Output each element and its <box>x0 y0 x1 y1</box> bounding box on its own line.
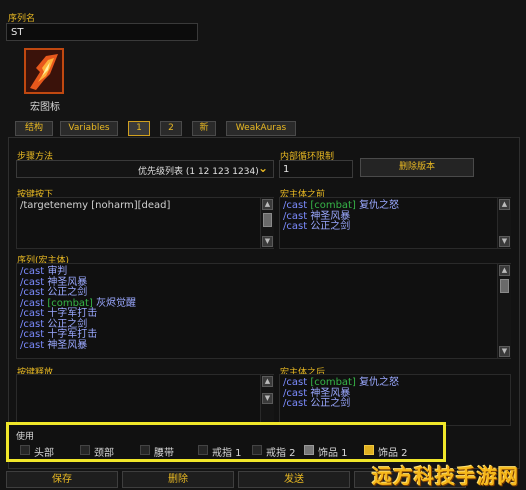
pre-macro-scrollbar[interactable]: ▲ ▼ <box>497 198 511 248</box>
key-release-scrollbar[interactable]: ▲ ▼ <box>260 375 274 425</box>
macro-spell-name: 审判 <box>47 266 68 277</box>
checkbox-neck[interactable] <box>80 445 90 455</box>
macro-spell-name: 灰烬觉醒 <box>96 297 137 309</box>
post-macro-editor[interactable]: /cast [combat] 复仇之怒/cast 神圣风暴/cast 公正之剑 <box>279 374 511 426</box>
key-press-scrollbar[interactable]: ▲ ▼ <box>260 198 274 248</box>
scroll-up-icon[interactable]: ▲ <box>262 376 273 387</box>
chevron-down-icon: ⌄ <box>257 161 268 175</box>
step-function-dropdown[interactable]: 优先级列表 (1 12 123 1234) ⌄ <box>16 160 274 178</box>
scroll-down-icon[interactable]: ▼ <box>499 346 510 357</box>
macro-spell-name: 公正之剑 <box>310 221 351 232</box>
macro-command: /cast <box>20 287 48 298</box>
sequence-body-scrollbar[interactable]: ▲ ▼ <box>497 264 511 358</box>
checkbox-head[interactable] <box>20 445 30 455</box>
tab-variables[interactable]: Variables <box>60 121 118 136</box>
checkbox-trinket-1[interactable] <box>304 445 314 455</box>
checkbox-label: 戒指 2 <box>266 448 296 459</box>
delete-version-button[interactable]: 删除版本 <box>360 158 474 177</box>
scroll-down-icon[interactable]: ▼ <box>499 236 510 247</box>
checkbox-label: 腰带 <box>154 448 174 459</box>
tab-version-1[interactable]: 1 <box>128 121 150 136</box>
checkbox-label: 颈部 <box>94 448 114 459</box>
delete-button[interactable]: 删除 <box>122 471 234 488</box>
key-press-line: /targetenemy [noharm][dead] <box>20 200 171 211</box>
macro-spell-name: 公正之剑 <box>47 287 88 298</box>
macro-spell-name: 公正之剑 <box>47 318 88 330</box>
macro-spell-name: 神圣风暴 <box>47 276 88 288</box>
checkbox-waist[interactable] <box>140 445 150 455</box>
macro-spell-name: 神圣风暴 <box>310 210 351 222</box>
scroll-down-icon[interactable]: ▼ <box>262 236 273 247</box>
macro-command: /cast <box>20 276 48 288</box>
macro-command: /cast <box>20 339 48 351</box>
macro-spell-name: 复仇之怒 <box>359 200 400 211</box>
key-press-editor[interactable]: /targetenemy [noharm][dead] ▲ ▼ <box>16 197 274 249</box>
sequence-name-input[interactable]: ST <box>6 23 198 41</box>
scroll-up-icon[interactable]: ▲ <box>499 265 510 276</box>
scroll-up-icon[interactable]: ▲ <box>499 199 510 210</box>
macro-spell-name: 十字军打击 <box>47 308 98 319</box>
checkbox-trinket-2[interactable] <box>364 445 374 455</box>
tab-structure[interactable]: 结构 <box>15 121 53 136</box>
flame-fist-icon <box>26 50 62 92</box>
macro-command: /cast <box>20 318 48 330</box>
checkbox-label: 戒指 1 <box>212 448 242 459</box>
macro-modifier: [combat] <box>310 200 360 211</box>
pre-macro-editor[interactable]: /cast [combat] 复仇之怒/cast 神圣风暴/cast 公正之剑 … <box>279 197 511 249</box>
tab-version-2[interactable]: 2 <box>160 121 182 136</box>
macro-spell-name: 公正之剑 <box>310 398 351 409</box>
macro-command: /cast <box>20 308 48 319</box>
macro-command: /cast <box>20 297 48 309</box>
tab-new[interactable]: 新 <box>192 121 216 136</box>
macro-modifier: [combat] <box>310 377 360 388</box>
macro-modifier: [combat] <box>47 297 97 309</box>
send-button[interactable]: 发送 <box>238 471 350 488</box>
macro-command: /cast <box>283 210 311 222</box>
macro-line: /cast 公正之剑 <box>283 398 399 410</box>
macro-icon-button[interactable] <box>24 48 64 94</box>
macro-spell-name: 十字军打击 <box>47 329 98 340</box>
macro-command: /cast <box>283 200 311 211</box>
macro-command: /cast <box>283 377 311 388</box>
tab-weakauras[interactable]: WeakAuras <box>226 121 296 136</box>
scroll-down-icon[interactable]: ▼ <box>262 393 273 404</box>
watermark-text: 远方科技手游网 <box>372 464 519 488</box>
macro-command: /cast <box>283 221 311 232</box>
macro-icon-label: 宏图标 <box>30 102 60 113</box>
scroll-up-icon[interactable]: ▲ <box>262 199 273 210</box>
key-release-editor[interactable]: ▲ ▼ <box>16 374 274 426</box>
macro-command: /cast <box>283 398 311 409</box>
scroll-thumb[interactable] <box>263 213 272 227</box>
macro-line: /cast 神圣风暴 <box>20 339 136 352</box>
macro-line: /cast 公正之剑 <box>283 221 399 233</box>
step-function-value: 优先级列表 (1 12 123 1234) <box>138 167 259 177</box>
macro-command: /cast <box>283 387 311 399</box>
inner-loop-input[interactable]: 1 <box>279 160 353 178</box>
macro-command: /cast <box>20 329 48 340</box>
scroll-thumb[interactable] <box>500 279 509 293</box>
macro-spell-name: 神圣风暴 <box>47 339 88 351</box>
sequence-body-editor[interactable]: /cast 审判/cast 神圣风暴/cast 公正之剑/cast [comba… <box>16 263 511 359</box>
checkbox-label: 饰品 2 <box>378 448 408 459</box>
macro-spell-name: 神圣风暴 <box>310 387 351 399</box>
checkbox-label: 头部 <box>34 448 54 459</box>
macro-spell-name: 复仇之怒 <box>359 377 400 388</box>
checkbox-ring-1[interactable] <box>198 445 208 455</box>
macro-command: /cast <box>20 266 48 277</box>
use-section-label: 使用 <box>16 432 35 442</box>
checkbox-label: 饰品 1 <box>318 448 348 459</box>
checkbox-ring-2[interactable] <box>252 445 262 455</box>
save-button[interactable]: 保存 <box>6 471 118 488</box>
